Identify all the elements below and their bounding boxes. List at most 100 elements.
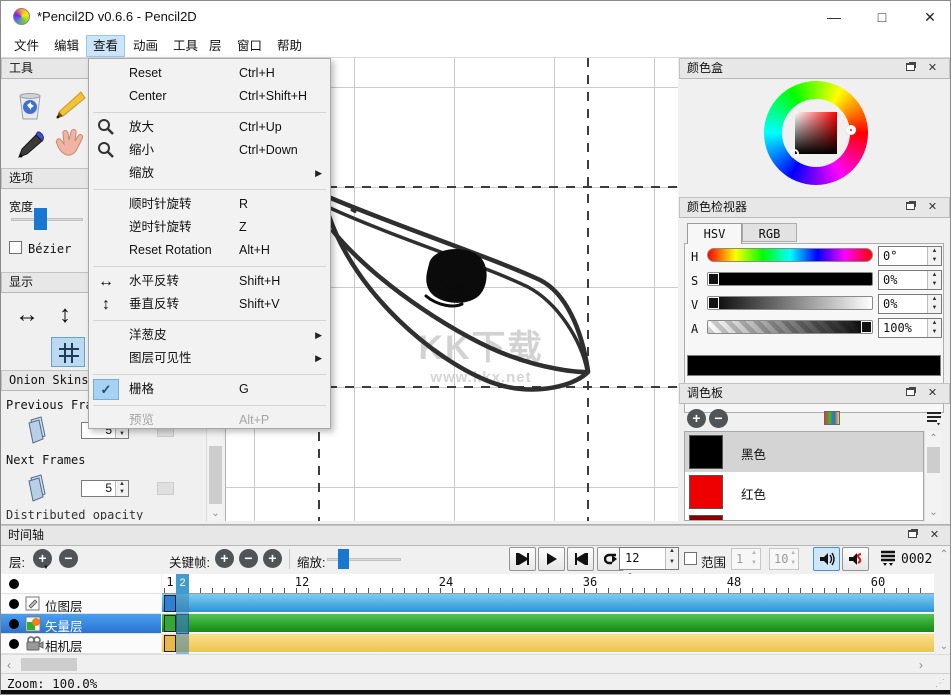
play-button[interactable] <box>538 547 565 571</box>
menu-item-reset-rotation[interactable]: Reset RotationAlt+H <box>89 239 330 262</box>
add-key-button[interactable]: + <box>215 549 234 568</box>
flip-horizontal-icon[interactable]: ↔ <box>15 301 39 329</box>
remove-layer-button[interactable]: − <box>59 549 78 568</box>
hue-slider[interactable] <box>707 248 873 262</box>
palette-swatch-row[interactable] <box>685 512 923 521</box>
layer-row-bitmap[interactable]: 位图层 <box>1 594 161 614</box>
timeline-ruler[interactable]: 1 12 24 36 48 60 2 <box>162 574 934 594</box>
saturation-spinbox[interactable]: 0%▲▼ <box>878 270 942 290</box>
value-slider-handle[interactable] <box>709 298 718 308</box>
menu-item-zoom-submenu[interactable]: 缩放▶ <box>89 162 330 185</box>
menu-item-grid[interactable]: ✓ 栅格G <box>89 378 330 401</box>
alpha-slider[interactable] <box>707 320 873 334</box>
float-panel-icon[interactable] <box>903 61 918 76</box>
minimize-button[interactable]: — <box>819 7 849 27</box>
menu-view[interactable]: 查看 <box>87 36 124 56</box>
menu-layer[interactable]: 层 <box>203 36 228 56</box>
duplicate-key-button[interactable]: + <box>263 549 282 568</box>
menu-item-layer-visibility-submenu[interactable]: 图层可见性▶ <box>89 347 330 370</box>
fps-spinbox[interactable]: 12 fps ▲▼ <box>619 547 679 570</box>
range-end-spinbox[interactable]: 10▲▼ <box>769 548 799 570</box>
menu-file[interactable]: 文件 <box>8 36 45 56</box>
eraser-tool-button[interactable] <box>15 90 45 122</box>
value-slider[interactable] <box>707 296 873 310</box>
bitmap-track[interactable] <box>162 594 934 613</box>
sv-selector-ring[interactable] <box>790 149 799 158</box>
scroll-right-icon[interactable]: › <box>919 658 923 672</box>
saturation-value-square[interactable] <box>795 112 837 154</box>
saturation-slider-handle[interactable] <box>709 274 718 284</box>
grid-toggle-button[interactable] <box>51 337 85 367</box>
bezier-checkbox[interactable] <box>9 241 22 254</box>
width-slider-handle[interactable] <box>34 208 47 230</box>
tab-rgb[interactable]: RGB <box>742 223 797 242</box>
close-panel-icon[interactable]: ✕ <box>925 61 940 76</box>
menu-tools[interactable]: 工具 <box>167 36 204 56</box>
menu-item-onion-skin-submenu[interactable]: 洋葱皮▶ <box>89 324 330 347</box>
camera-track[interactable] <box>162 634 934 653</box>
onion-next-color-swatch[interactable] <box>157 482 174 495</box>
hand-tool-button[interactable] <box>51 128 85 160</box>
saturation-slider[interactable] <box>707 272 873 286</box>
prev-frame-button[interactable] <box>509 547 536 571</box>
alpha-slider-handle[interactable] <box>862 322 871 332</box>
vector-track[interactable] <box>162 614 934 633</box>
visibility-dot-icon[interactable] <box>9 639 19 649</box>
resize-grip[interactable]: ⋰ <box>935 678 945 689</box>
layer-row-vector[interactable]: 矢量层 <box>1 614 161 634</box>
flip-vertical-icon[interactable]: ↕ <box>59 301 71 329</box>
remove-color-button[interactable]: − <box>709 409 728 428</box>
keyframe-marker[interactable] <box>164 615 176 632</box>
menu-item-flip-vertical[interactable]: ↕ 垂直反转Shift+V <box>89 293 330 316</box>
menu-item-rotate-cw[interactable]: 顺时针旋转R <box>89 193 330 216</box>
float-panel-icon[interactable] <box>905 528 920 543</box>
width-slider-track[interactable] <box>11 218 83 221</box>
close-panel-icon[interactable]: ✕ <box>927 528 942 543</box>
visibility-dot-icon[interactable] <box>9 599 19 609</box>
range-start-spinbox[interactable]: 1▲▼ <box>731 548 761 570</box>
tab-hsv[interactable]: HSV <box>687 223 742 244</box>
scroll-left-icon[interactable]: ‹ <box>7 658 11 672</box>
sound-toggle-button[interactable] <box>813 547 840 571</box>
playhead-ruler-cell[interactable]: 2 <box>176 574 189 594</box>
pen-tool-button[interactable] <box>13 128 47 160</box>
palette-swatch-row[interactable]: 红色 <box>685 472 923 512</box>
close-panel-icon[interactable]: ✕ <box>925 200 940 215</box>
close-panel-icon[interactable]: ✕ <box>925 386 940 401</box>
keyframe-marker[interactable] <box>164 595 176 612</box>
palette-swatch-row[interactable]: 黑色 <box>685 432 923 472</box>
menu-animation[interactable]: 动画 <box>127 36 164 56</box>
alpha-spinbox[interactable]: 100%▲▼ <box>878 318 942 338</box>
float-panel-icon[interactable] <box>903 386 918 401</box>
menu-help[interactable]: 帮助 <box>271 36 308 56</box>
palette-menu-icon[interactable] <box>926 410 942 426</box>
menu-item-flip-horizontal[interactable]: ↔ 水平反转Shift+H <box>89 270 330 293</box>
keyframe-marker[interactable] <box>164 635 176 652</box>
visibility-dot-icon[interactable] <box>9 579 19 589</box>
value-spinbox[interactable]: 0%▲▼ <box>878 294 942 314</box>
menu-item-zoom-out[interactable]: 缩小Ctrl+Down <box>89 139 330 162</box>
timeline-scroll-down-icon[interactable]: ⌄ <box>937 641 951 652</box>
visibility-dot-icon[interactable] <box>9 619 19 629</box>
timeline-zoom-slider-handle[interactable] <box>338 549 349 569</box>
range-checkbox[interactable] <box>684 552 697 565</box>
menu-item-center[interactable]: CenterCtrl+Shift+H <box>89 85 330 108</box>
menu-item-reset[interactable]: ResetCtrl+H <box>89 62 330 85</box>
timeline-menu-icon[interactable] <box>879 549 897 567</box>
hue-selector-ring[interactable] <box>846 125 856 135</box>
palette-scrollbar[interactable]: ⌃ ⌄ <box>924 431 941 521</box>
menu-item-rotate-ccw[interactable]: 逆时针旋转Z <box>89 216 330 239</box>
sound-scrub-button[interactable] <box>842 547 869 571</box>
remove-key-button[interactable]: − <box>239 549 258 568</box>
hue-spinbox[interactable]: 0°▲▼ <box>878 246 942 266</box>
timeline-scroll-up-icon[interactable]: ⌃ <box>937 549 951 560</box>
timeline-hscroll[interactable]: ‹ › <box>1 654 951 674</box>
layer-row-camera[interactable]: 相机层 <box>1 634 161 654</box>
pencil-tool-button[interactable] <box>51 88 87 122</box>
menu-item-preview[interactable]: 预览Alt+P <box>89 409 330 432</box>
float-panel-icon[interactable] <box>903 200 918 215</box>
maximize-button[interactable]: □ <box>867 7 897 27</box>
add-color-button[interactable]: + <box>687 409 706 428</box>
next-frames-spinner[interactable]: 5▲▼ <box>81 480 129 497</box>
next-frame-button[interactable] <box>567 547 594 571</box>
